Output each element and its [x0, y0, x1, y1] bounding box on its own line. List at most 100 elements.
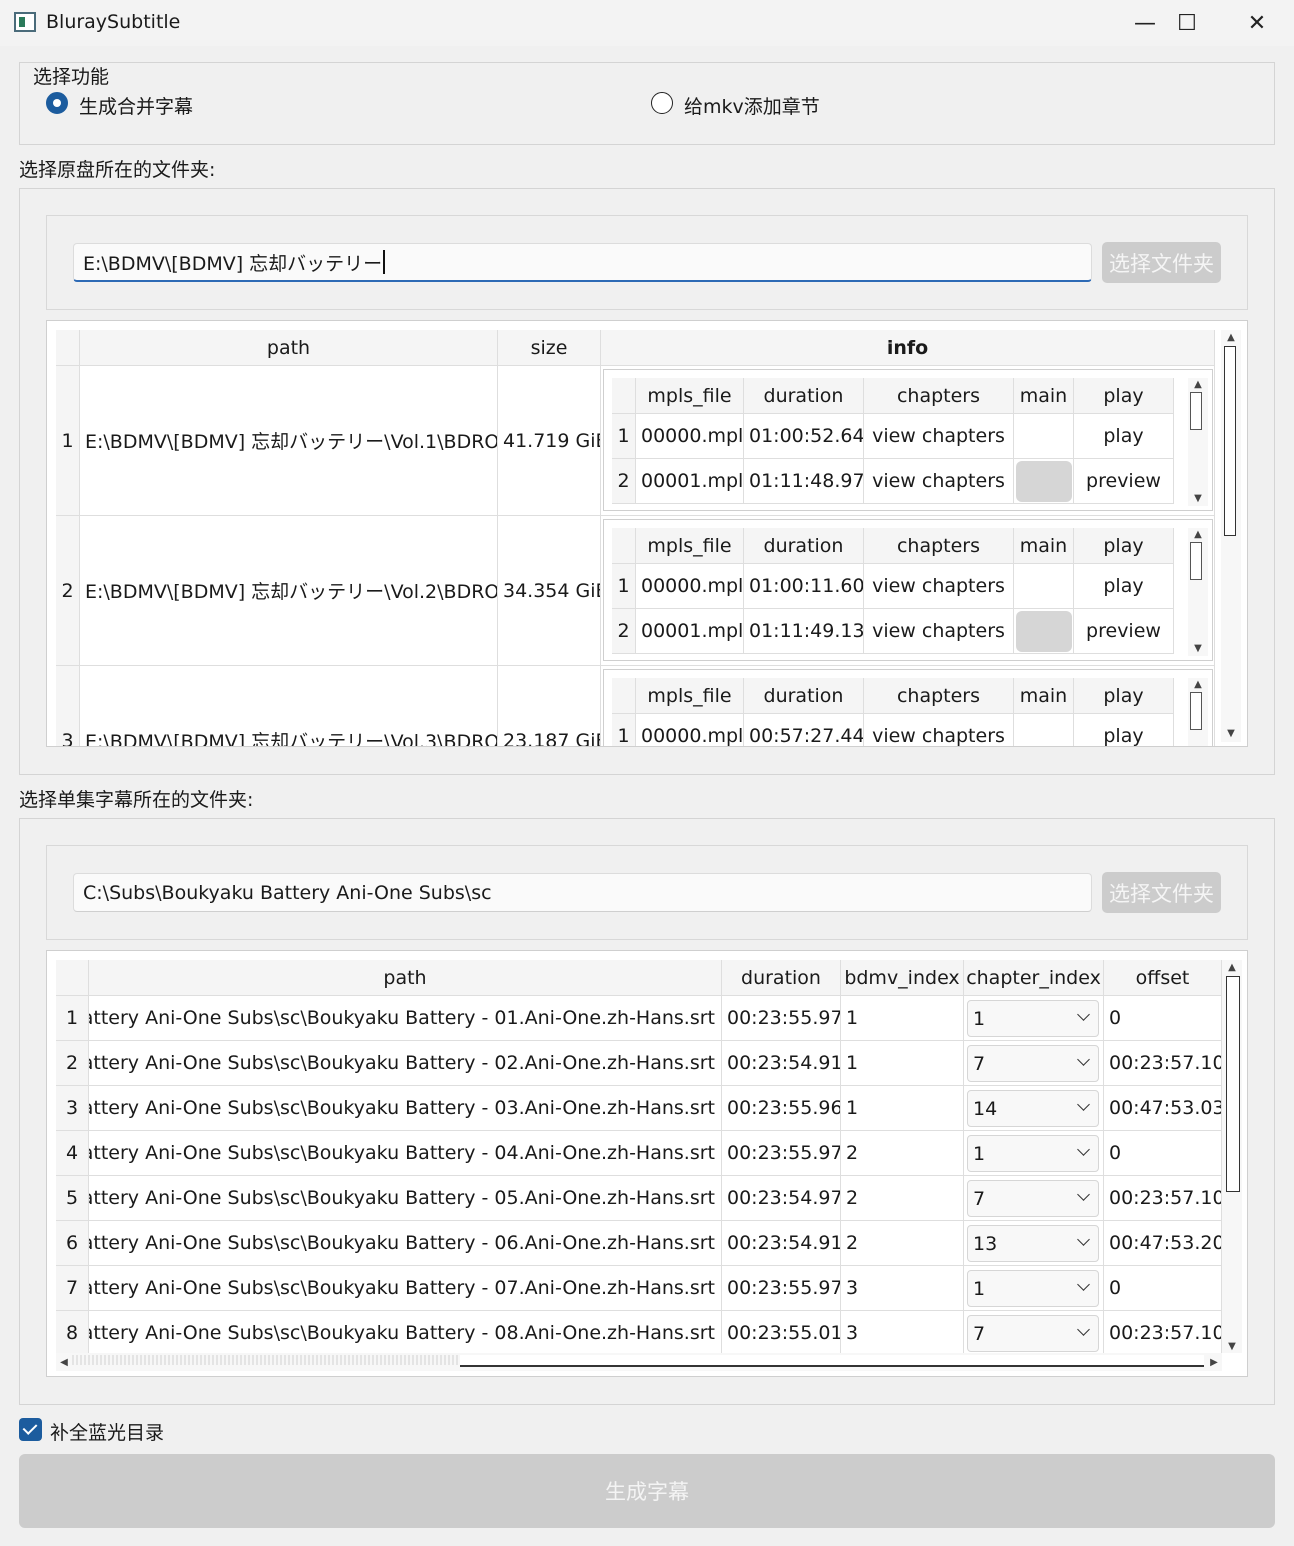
bdmv-vscroll-thumb[interactable] [1224, 346, 1236, 536]
main-cell[interactable] [1014, 414, 1074, 459]
main-cell[interactable] [1014, 609, 1074, 654]
main-cell[interactable] [1014, 564, 1074, 609]
scroll-up-icon[interactable]: ▲ [1188, 378, 1208, 390]
chapter-index-select[interactable]: 7 [967, 1180, 1099, 1217]
sub-row-offset[interactable]: 00:23:57.102 [1104, 1176, 1222, 1221]
chapter-index-select[interactable]: 1 [967, 1135, 1099, 1172]
sub-row-offset[interactable]: 00:23:57.102 [1104, 1311, 1222, 1356]
play-button[interactable]: preview [1074, 459, 1174, 504]
scroll-down-icon[interactable]: ▼ [1188, 642, 1208, 654]
sub-header-duration[interactable]: duration [722, 960, 841, 996]
sub-row-bdmv-index[interactable]: 3 [841, 1311, 964, 1356]
subtitle-hscroll-thumb[interactable] [460, 1355, 1204, 1367]
mpls-header-mpls-file[interactable]: mpls_file [636, 678, 744, 714]
mpls-header-main[interactable]: main [1014, 528, 1074, 564]
mpls-vscroll[interactable]: ▲▼ [1188, 378, 1208, 506]
sub-row-bdmv-index[interactable]: 1 [841, 1086, 964, 1131]
mpls-vscroll-thumb[interactable] [1190, 542, 1202, 580]
complete-directory-label[interactable]: 补全蓝光目录 [50, 1418, 164, 1445]
chapter-index-select[interactable]: 13 [967, 1225, 1099, 1262]
sub-row-offset[interactable]: 0 [1104, 1266, 1222, 1311]
mpls-header-chapters[interactable]: chapters [864, 378, 1014, 414]
main-checkbox[interactable] [1016, 461, 1072, 502]
radio-merge-subtitle-label[interactable]: 生成合并字幕 [79, 92, 193, 119]
mpls-header-duration[interactable]: duration [744, 378, 864, 414]
subtitle-hscroll[interactable]: ◀ ▶ [56, 1353, 1222, 1371]
sub-row-bdmv-index[interactable]: 1 [841, 1041, 964, 1086]
chapter-index-select[interactable]: 1 [967, 1000, 1099, 1037]
scroll-up-icon[interactable]: ▲ [1221, 330, 1241, 344]
scroll-left-icon[interactable]: ◀ [56, 1353, 72, 1371]
sub-row-offset[interactable]: 0 [1104, 1131, 1222, 1176]
radio-add-chapters-label[interactable]: 给mkv添加章节 [684, 92, 820, 119]
main-cell[interactable] [1014, 714, 1074, 746]
complete-directory-checkbox[interactable] [19, 1418, 42, 1441]
mpls-vscroll-thumb[interactable] [1190, 392, 1202, 430]
scroll-down-icon[interactable]: ▼ [1188, 492, 1208, 504]
sub-header-chapter-index[interactable]: chapter_index [964, 960, 1104, 996]
sub-row-bdmv-index[interactable]: 2 [841, 1131, 964, 1176]
mpls-vscroll-thumb[interactable] [1190, 692, 1202, 730]
scroll-up-icon[interactable]: ▲ [1188, 528, 1208, 540]
scroll-up-icon[interactable]: ▲ [1188, 678, 1208, 690]
bdmv-header-size[interactable]: size [498, 330, 601, 366]
mpls-header-mpls-file[interactable]: mpls_file [636, 378, 744, 414]
sub-row-offset[interactable]: 00:23:57.102 [1104, 1041, 1222, 1086]
scroll-down-icon[interactable]: ▼ [1222, 1339, 1242, 1353]
subtitle-vscroll[interactable]: ▲ ▼ [1222, 960, 1242, 1353]
bdmv-path-input[interactable]: E:\BDMV\[BDMV] 忘却バッテリー [73, 243, 1092, 282]
mpls-header-play[interactable]: play [1074, 678, 1174, 714]
sub-row-bdmv-index[interactable]: 3 [841, 1266, 964, 1311]
sub-row-offset[interactable]: 0 [1104, 996, 1222, 1041]
view-chapters-button[interactable]: view chapters [864, 714, 1014, 746]
mpls-header-mpls-file[interactable]: mpls_file [636, 528, 744, 564]
subtitle-vscroll-thumb[interactable] [1226, 976, 1240, 1192]
scroll-right-icon[interactable]: ▶ [1206, 1353, 1222, 1371]
play-button[interactable]: play [1074, 714, 1174, 746]
sub-header-bdmv-index[interactable]: bdmv_index [841, 960, 964, 996]
sub-row-offset[interactable]: 00:47:53.037 [1104, 1086, 1222, 1131]
mpls-vscroll[interactable]: ▲▼ [1188, 678, 1208, 746]
mpls-header-main[interactable]: main [1014, 678, 1074, 714]
mpls-header-duration[interactable]: duration [744, 678, 864, 714]
sub-row-bdmv-index[interactable]: 2 [841, 1176, 964, 1221]
main-cell[interactable] [1014, 459, 1074, 504]
generate-subtitle-button[interactable]: 生成字幕 [19, 1454, 1275, 1528]
scroll-up-icon[interactable]: ▲ [1222, 960, 1242, 974]
sub-header-path[interactable]: path [89, 960, 722, 996]
mpls-header-main[interactable]: main [1014, 378, 1074, 414]
radio-merge-subtitle[interactable] [46, 92, 68, 114]
subtitle-browse-button[interactable]: 选择文件夹 [1102, 872, 1221, 913]
sub-header-offset[interactable]: offset [1104, 960, 1222, 996]
mpls-header-chapters[interactable]: chapters [864, 528, 1014, 564]
radio-add-chapters[interactable] [651, 92, 673, 114]
scroll-down-icon[interactable]: ▼ [1221, 726, 1241, 740]
play-button[interactable]: preview [1074, 609, 1174, 654]
main-checkbox[interactable] [1016, 611, 1072, 652]
mpls-vscroll[interactable]: ▲▼ [1188, 528, 1208, 656]
chapter-index-select[interactable]: 1 [967, 1270, 1099, 1307]
chapter-index-select[interactable]: 7 [967, 1315, 1099, 1352]
close-button[interactable]: ✕ [1222, 0, 1292, 46]
sub-row-bdmv-index[interactable]: 2 [841, 1221, 964, 1266]
view-chapters-button[interactable]: view chapters [864, 564, 1014, 609]
bdmv-browse-button[interactable]: 选择文件夹 [1102, 242, 1221, 283]
mpls-header-play[interactable]: play [1074, 378, 1174, 414]
view-chapters-button[interactable]: view chapters [864, 414, 1014, 459]
mpls-header-play[interactable]: play [1074, 528, 1174, 564]
sub-row-bdmv-index[interactable]: 1 [841, 996, 964, 1041]
chapter-index-select[interactable]: 14 [967, 1090, 1099, 1127]
bdmv-header-path[interactable]: path [80, 330, 498, 366]
play-button[interactable]: play [1074, 414, 1174, 459]
mpls-header-duration[interactable]: duration [744, 528, 864, 564]
sub-row-offset[interactable]: 00:47:53.204 [1104, 1221, 1222, 1266]
subtitle-path-input[interactable]: C:\Subs\Boukyaku Battery Ani-One Subs\sc [73, 873, 1092, 912]
mpls-header-chapters[interactable]: chapters [864, 678, 1014, 714]
view-chapters-button[interactable]: view chapters [864, 459, 1014, 504]
maximize-button[interactable]: ☐ [1152, 0, 1222, 46]
bdmv-header-info[interactable]: info [601, 330, 1215, 366]
bdmv-vscroll[interactable]: ▲ ▼ [1221, 330, 1241, 742]
chapter-index-select[interactable]: 7 [967, 1045, 1099, 1082]
play-button[interactable]: play [1074, 564, 1174, 609]
view-chapters-button[interactable]: view chapters [864, 609, 1014, 654]
